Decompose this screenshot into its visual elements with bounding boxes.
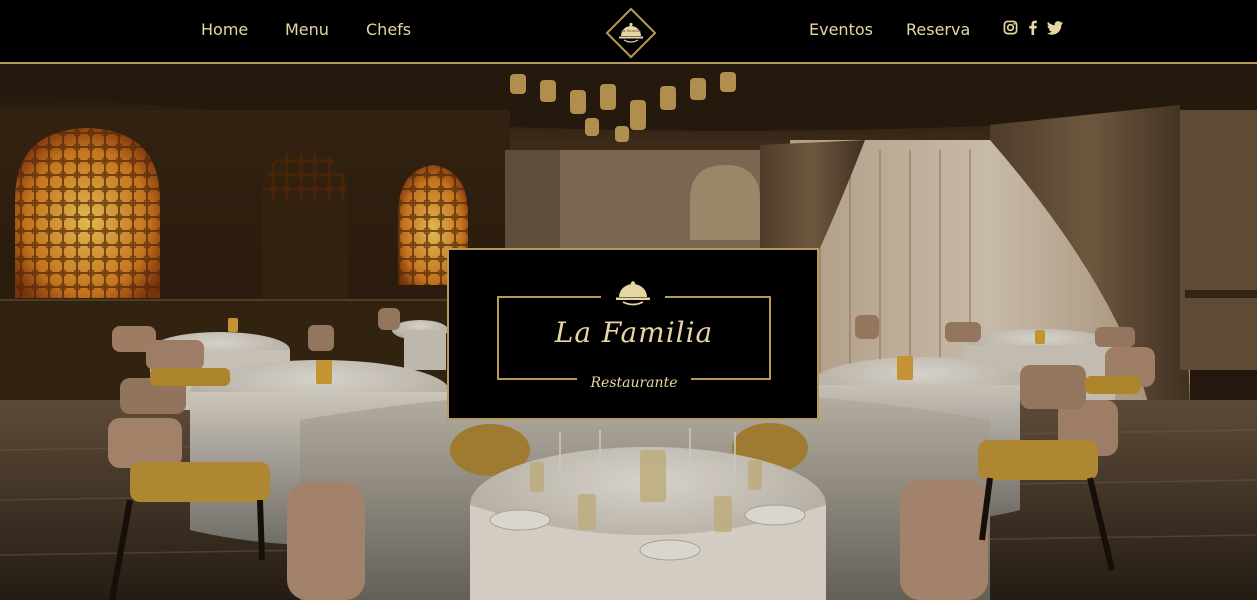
brand-subtitle: Restaurante [576, 373, 692, 393]
nav-reserva-link[interactable]: Reserva [906, 20, 970, 40]
logo-text: La Familia [619, 28, 642, 33]
nav-chefs-link[interactable]: Chefs [366, 20, 411, 40]
brand-name: La Familia [554, 316, 714, 349]
cloche-icon [601, 280, 665, 310]
logo-link[interactable]: La Familia [605, 7, 657, 59]
nav-menu-link[interactable]: Menu [285, 20, 329, 40]
instagram-icon[interactable] [1003, 20, 1021, 38]
nav-home-link[interactable]: Home [201, 20, 248, 40]
nav-eventos-link[interactable]: Eventos [809, 20, 873, 40]
brand-card: La Familia Restaurante [447, 248, 819, 420]
cloche-diamond-icon: La Familia [605, 7, 657, 59]
navbar: Home Menu Chefs La Familia Eventos Reser… [0, 0, 1257, 64]
twitter-icon[interactable] [1047, 20, 1065, 38]
facebook-icon[interactable] [1027, 20, 1045, 38]
page: Home Menu Chefs La Familia Eventos Reser… [0, 0, 1257, 600]
